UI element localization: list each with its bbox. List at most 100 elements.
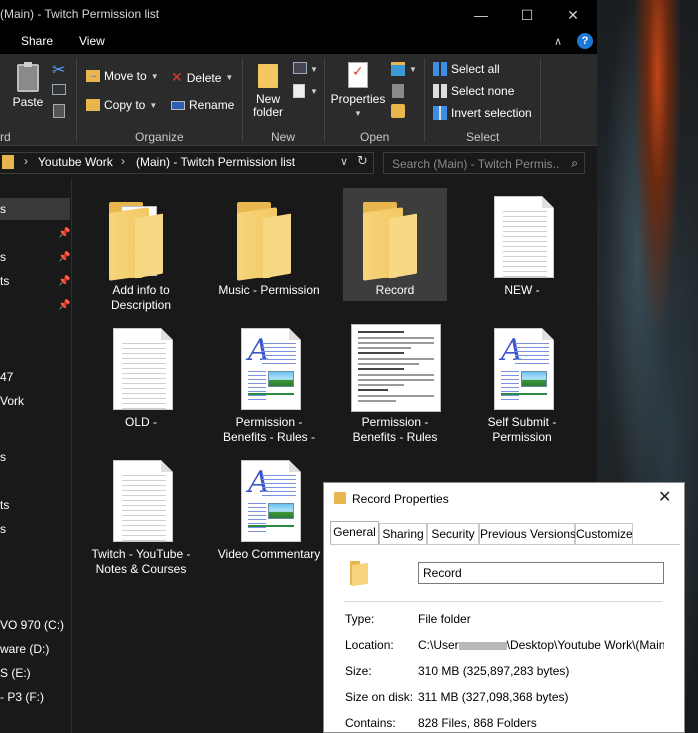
tab-share[interactable]: Share bbox=[21, 34, 53, 48]
organize-group-label: Organize bbox=[135, 130, 184, 144]
help-icon[interactable]: ? bbox=[577, 33, 593, 49]
file-label: Permission - Benefits - Rules bbox=[352, 415, 438, 444]
tab-customize[interactable]: Customize bbox=[575, 523, 633, 544]
tab-view[interactable]: View bbox=[79, 34, 105, 48]
close-icon[interactable]: ✕ bbox=[658, 487, 671, 507]
size-on-disk-label: Size on disk: bbox=[345, 690, 414, 704]
invert-selection-button[interactable]: Invert selection bbox=[433, 106, 532, 120]
easy-access-icon[interactable] bbox=[293, 84, 305, 98]
tab-previous-versions[interactable]: Previous Versions bbox=[479, 523, 576, 544]
open-group-label: Open bbox=[360, 130, 390, 144]
divider bbox=[344, 601, 662, 602]
refresh-icon[interactable]: ↻ bbox=[357, 153, 368, 169]
folder-name-input[interactable] bbox=[418, 562, 664, 584]
general-tab-panel: Type: File folder Location: C:\User\Desk… bbox=[330, 544, 680, 733]
file-label: Record bbox=[375, 283, 415, 297]
pin-icon: 📌 bbox=[58, 252, 71, 263]
move-to-button[interactable]: → Move to ▼ bbox=[86, 69, 159, 83]
new-folder-button[interactable]: New folder bbox=[250, 64, 286, 119]
select-none-label: Select none bbox=[451, 84, 515, 98]
move-to-icon: → bbox=[86, 70, 100, 82]
navigation-pane: s s 📌 📌 ts 📌 📌 47 Vork s ts s VO 970 (C:… bbox=[0, 178, 72, 733]
tab-security[interactable]: Security bbox=[427, 523, 479, 544]
edit-icon[interactable] bbox=[392, 84, 404, 98]
file-item-text-document[interactable]: NEW - bbox=[470, 192, 574, 298]
collapse-ribbon-icon[interactable]: ∧ bbox=[554, 35, 562, 48]
dialog-title: Record Properties bbox=[352, 492, 449, 506]
address-dropdown-icon[interactable]: ∨ bbox=[340, 155, 348, 168]
file-item-wordpad-document[interactable]: A Self Submit - Permission bbox=[470, 324, 574, 445]
copy-to-button[interactable]: Copy to ▼ bbox=[86, 98, 157, 112]
delete-button[interactable]: ✕ Delete ▼ bbox=[171, 69, 233, 86]
breadcrumb-chevron-icon[interactable]: › bbox=[24, 154, 28, 168]
nav-item-drive-f[interactable]: - P3 (F:) bbox=[0, 690, 44, 704]
nav-item[interactable]: Vork bbox=[0, 394, 24, 408]
file-item-text-document[interactable]: OLD - bbox=[89, 324, 193, 430]
paste-button[interactable]: Paste bbox=[12, 62, 44, 109]
file-item-document-thumbnail[interactable]: Permission - Benefits - Rules bbox=[343, 324, 447, 445]
select-all-icon bbox=[433, 62, 447, 76]
history-icon[interactable] bbox=[391, 104, 405, 118]
nav-item[interactable]: s bbox=[0, 202, 6, 216]
file-item-folder[interactable]: Add info to Description bbox=[89, 192, 193, 313]
clipboard-group-label: rd bbox=[0, 130, 11, 144]
breadcrumb-youtube-work[interactable]: Youtube Work bbox=[38, 155, 113, 169]
search-placeholder: Search (Main) - Twitch Permis... bbox=[392, 157, 560, 171]
nav-item[interactable]: ts bbox=[0, 498, 9, 512]
select-none-icon bbox=[433, 84, 447, 98]
file-label: OLD - bbox=[124, 415, 157, 429]
pin-icon: 📌 bbox=[58, 228, 71, 239]
tab-general[interactable]: General bbox=[330, 521, 379, 545]
file-item-wordpad-document[interactable]: A Permission - Benefits - Rules - bbox=[217, 324, 321, 445]
copy-path-icon[interactable] bbox=[52, 84, 66, 95]
properties-label: Properties bbox=[330, 92, 386, 106]
nav-item-drive-c[interactable]: VO 970 (C:) bbox=[0, 618, 64, 632]
file-label: Add info to Description bbox=[110, 283, 172, 312]
nav-item[interactable]: s bbox=[0, 522, 6, 536]
minimize-button[interactable]: — bbox=[458, 0, 504, 30]
file-item-text-document[interactable]: Twitch - YouTube - Notes & Courses bbox=[89, 456, 193, 577]
cut-icon[interactable]: ✂ bbox=[52, 60, 65, 80]
new-folder-icon bbox=[258, 64, 278, 88]
pin-icon: 📌 bbox=[58, 300, 71, 311]
file-item-folder[interactable]: Music - Permission bbox=[217, 192, 321, 298]
nav-item[interactable]: 47 bbox=[0, 370, 13, 384]
contains-value: 828 Files, 868 Folders bbox=[418, 716, 537, 730]
nav-item[interactable]: s bbox=[0, 450, 6, 464]
folder-icon bbox=[109, 202, 171, 281]
text-document-icon bbox=[494, 196, 554, 278]
paste-label: Paste bbox=[12, 95, 44, 109]
delete-label: Delete bbox=[186, 70, 222, 85]
nav-item-drive-e[interactable]: S (E:) bbox=[0, 666, 31, 680]
paste-shortcut-icon[interactable] bbox=[53, 104, 65, 118]
search-input[interactable]: Search (Main) - Twitch Permis... ⌕ bbox=[383, 152, 585, 174]
ribbon: Paste ✂ rd → Move to ▼ Copy to ▼ ✕ Delete ▼… bbox=[0, 54, 597, 146]
type-label: Type: bbox=[345, 612, 375, 626]
file-item-folder-selected[interactable]: Record bbox=[343, 188, 447, 301]
rename-button[interactable]: Rename bbox=[171, 98, 234, 112]
maximize-button[interactable]: ☐ bbox=[504, 0, 550, 30]
title-bar[interactable]: (Main) - Twitch Permission list — ☐ ✕ bbox=[0, 0, 597, 30]
file-item-wordpad-document[interactable]: A Video Commentary bbox=[217, 456, 321, 562]
new-item-icon[interactable] bbox=[293, 62, 307, 74]
address-bar-row: › Youtube Work › (Main) - Twitch Permiss… bbox=[0, 146, 597, 178]
contains-label: Contains: bbox=[345, 716, 396, 730]
close-button[interactable]: ✕ bbox=[550, 0, 596, 30]
nav-item[interactable]: ts bbox=[0, 274, 9, 288]
wordpad-document-icon: A bbox=[241, 460, 301, 542]
nav-item-drive-d[interactable]: ware (D:) bbox=[0, 642, 49, 656]
invert-selection-label: Invert selection bbox=[451, 106, 532, 120]
tab-sharing[interactable]: Sharing bbox=[379, 523, 427, 544]
select-none-button[interactable]: Select none bbox=[433, 84, 514, 98]
properties-button[interactable]: ✓ Properties ▼ bbox=[330, 62, 386, 120]
file-label: Music - Permission bbox=[218, 283, 320, 297]
breadcrumb-chevron-icon[interactable]: › bbox=[121, 154, 125, 168]
open-icon[interactable] bbox=[391, 62, 405, 76]
nav-item[interactable]: s bbox=[0, 250, 6, 264]
location-value: C:\User\Desktop\Youtube Work\(Main) - Tw bbox=[418, 638, 664, 652]
breadcrumb-current-folder[interactable]: (Main) - Twitch Permission list bbox=[136, 155, 295, 169]
select-all-button[interactable]: Select all bbox=[433, 62, 500, 76]
file-label: Permission - Benefits - Rules - bbox=[222, 415, 316, 444]
search-icon[interactable]: ⌕ bbox=[571, 156, 578, 171]
new-group-label: New bbox=[271, 130, 296, 144]
